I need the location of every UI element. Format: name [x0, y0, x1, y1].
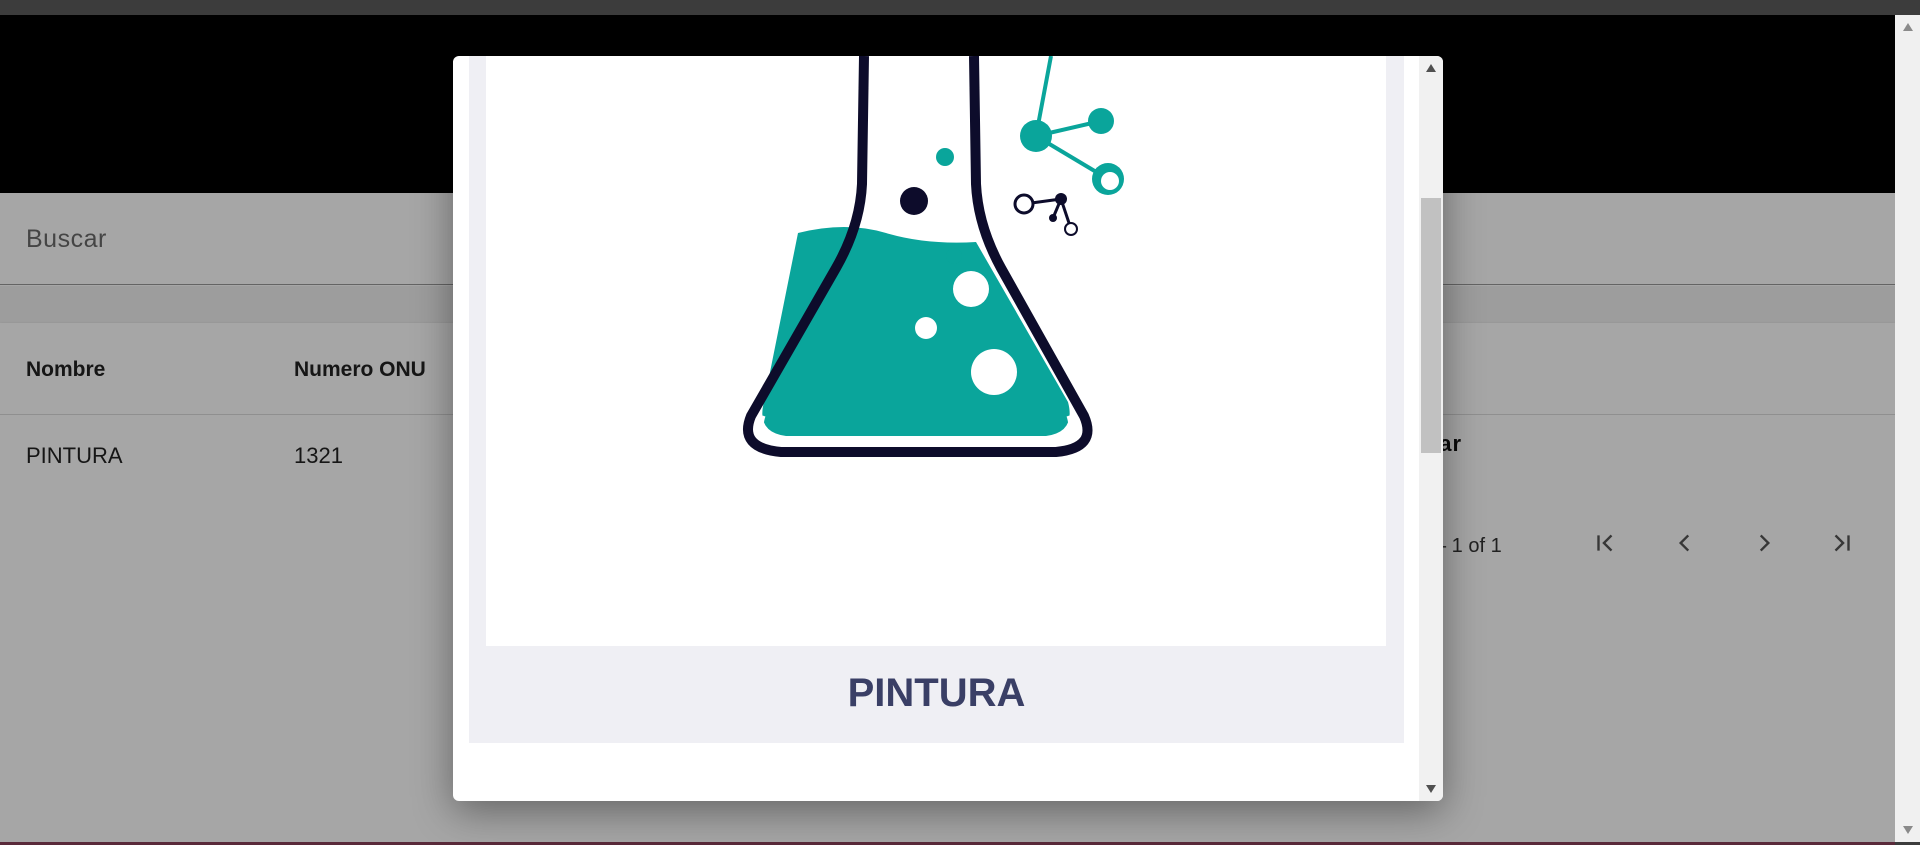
product-title: PINTURA — [847, 671, 1026, 715]
product-image — [486, 56, 1386, 646]
dialog-scroll-up-icon[interactable] — [1419, 58, 1443, 78]
scroll-up-arrow-icon[interactable] — [1895, 17, 1920, 37]
chemistry-flask-icon — [743, 56, 1124, 457]
dialog-scrollbar[interactable] — [1419, 56, 1443, 801]
page-scrollbar[interactable] — [1895, 15, 1920, 842]
dialog-scroll-thumb[interactable] — [1421, 198, 1441, 453]
product-dialog: PINTURA — [453, 56, 1443, 801]
browser-top-strip — [0, 0, 1920, 15]
scroll-down-arrow-icon[interactable] — [1895, 820, 1920, 840]
dialog-scroll-down-icon[interactable] — [1419, 779, 1443, 799]
product-card: PINTURA — [469, 56, 1404, 743]
